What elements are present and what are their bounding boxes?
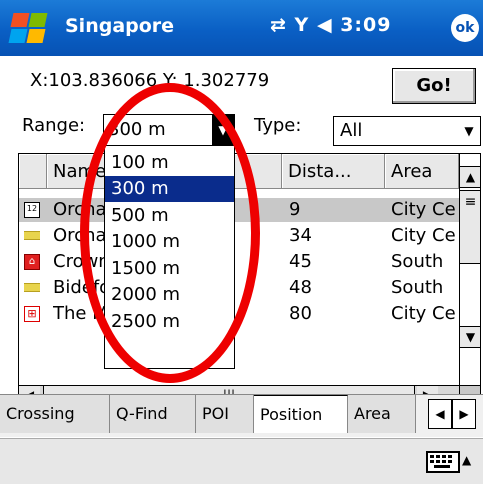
vertical-scroll-thumb[interactable]: ≡ (460, 190, 480, 264)
row-distance: 9 (289, 199, 301, 220)
ok-button[interactable]: ok (451, 14, 479, 42)
icon-column-header[interactable] (19, 154, 47, 189)
keyboard-icon[interactable] (426, 451, 460, 473)
row-distance: 45 (289, 251, 312, 272)
tab-poi[interactable]: POI (196, 395, 254, 433)
signal-icon[interactable]: Y (295, 14, 310, 36)
street-icon (24, 283, 40, 292)
hotel-icon: ⌂ (24, 254, 40, 270)
tab-position[interactable]: Position (254, 395, 348, 433)
street-icon (24, 231, 40, 240)
tab-crossing[interactable]: Crossing (0, 395, 110, 433)
row-area: City Ce (391, 225, 456, 246)
row-distance: 80 (289, 303, 312, 324)
tab-bar: Crossing Q-Find POI Position Area ◀ ▶ (0, 394, 483, 437)
row-distance: 34 (289, 225, 312, 246)
tab-area[interactable]: Area (348, 395, 416, 433)
scroll-down-button[interactable]: ▼ (460, 326, 480, 348)
input-menu-arrow-icon[interactable]: ▲ (462, 453, 471, 467)
row-area: City Ce (391, 303, 456, 324)
type-selected-value: All (340, 120, 363, 141)
row-area: South (391, 277, 444, 298)
vertical-scrollbar[interactable]: ▲ ≡ ▼ (459, 154, 480, 385)
title-bar: Singapore ⇄ Y ◀ 3:09 ok (0, 0, 483, 56)
type-label: Type: (254, 115, 302, 136)
annotation-ellipse (80, 83, 260, 383)
range-label: Range: (22, 115, 86, 136)
scroll-up-button[interactable]: ▲ (460, 166, 480, 188)
windows-logo-icon[interactable] (8, 11, 48, 45)
type-select[interactable]: All ▼ (333, 116, 481, 146)
menu-bar: ▲ (0, 438, 483, 484)
road-sign-icon: 12 (24, 202, 40, 218)
tab-q-find[interactable]: Q-Find (110, 395, 196, 433)
chevron-down-icon[interactable]: ▼ (460, 117, 478, 145)
row-area: South (391, 251, 444, 272)
tab-scroll-right-icon[interactable]: ▶ (452, 399, 476, 429)
shopping-icon: ⊞ (24, 306, 40, 322)
go-button[interactable]: Go! (392, 68, 476, 104)
column-header-area[interactable]: Area (385, 154, 459, 189)
row-distance: 48 (289, 277, 312, 298)
app-title: Singapore (65, 15, 175, 37)
connectivity-icon[interactable]: ⇄ (270, 14, 287, 36)
column-header-distance[interactable]: Dista... (282, 154, 385, 189)
tab-scroll-left-icon[interactable]: ◀ (428, 399, 452, 429)
volume-icon[interactable]: ◀ (317, 14, 333, 36)
status-area[interactable]: ⇄ Y ◀ 3:09 (270, 14, 391, 36)
row-area: City Ce (391, 199, 456, 220)
clock[interactable]: 3:09 (340, 14, 391, 36)
